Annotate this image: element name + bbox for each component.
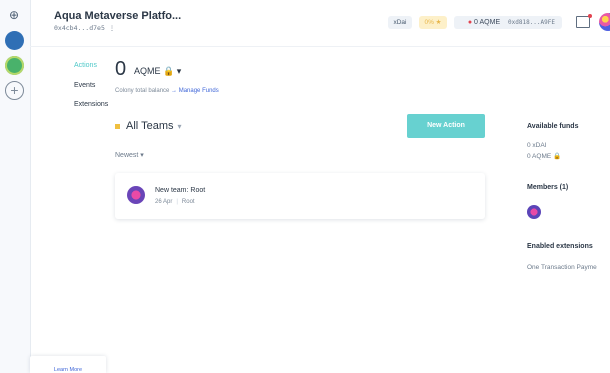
balance-amount: 0 (115, 58, 127, 80)
network-badge: xDai (388, 16, 412, 29)
team-color-icon (115, 123, 120, 129)
funds-xdai: 0 xDAI (527, 142, 547, 149)
extension-one-transaction-payment[interactable]: One Transaction Payme (527, 264, 597, 271)
team-selector-label: All Teams (126, 120, 174, 132)
globe-icon[interactable]: ⊕ (8, 9, 20, 21)
member-avatar[interactable] (527, 205, 541, 219)
action-team: Root (181, 199, 195, 205)
colony-address[interactable]: 0x4cb4...d7e5 ⋮ (54, 24, 115, 32)
action-title: New team: Root (155, 187, 206, 194)
chevron-down-icon: ▾ (177, 122, 182, 131)
wallet-address-badge[interactable]: 0xd818...A9FE (501, 16, 562, 29)
enabled-extensions-title: Enabled extensions (527, 243, 593, 250)
action-avatar (127, 186, 145, 204)
funds-aqme: 0 AQME 🔒 (527, 153, 562, 160)
user-avatar[interactable] (599, 13, 610, 31)
action-date: 26 Apr (155, 199, 173, 205)
add-colony-icon[interactable]: + (5, 81, 24, 100)
nav-item-extensions[interactable]: Extensions (74, 101, 108, 108)
members-title[interactable]: Members (1) (527, 184, 568, 191)
colony-avatar-1[interactable] (5, 31, 24, 50)
token-selector[interactable]: AQME 🔒 ▾ (134, 66, 181, 77)
team-selector[interactable]: All Teams ▾ (115, 120, 182, 132)
reputation-badge[interactable]: 0% ★ (419, 16, 447, 29)
action-list-item[interactable]: New team: Root 26 Apr | Root (115, 173, 485, 219)
notification-badge (588, 14, 592, 18)
new-action-button[interactable]: New Action (407, 114, 485, 138)
sort-dropdown[interactable]: Newest ▾ (115, 151, 144, 159)
learn-more-link[interactable]: Learn More (30, 356, 106, 373)
balance-subtitle: Colony total balance → Manage Funds (115, 88, 219, 94)
nav-item-actions[interactable]: Actions (74, 62, 97, 69)
inbox-icon[interactable] (576, 14, 592, 28)
nav-item-events[interactable]: Events (74, 82, 95, 89)
token-balance-text: 0 AQME (474, 19, 501, 26)
available-funds-title: Available funds (527, 123, 579, 130)
colony-name: Aqua Metaverse Platfo... (54, 10, 182, 22)
meta-separator: | (176, 199, 178, 205)
balance-subtitle-text: Colony total balance (115, 88, 170, 94)
header: Aqua Metaverse Platfo... 0x4cb4...d7e5 ⋮… (30, 0, 610, 47)
manage-funds-link[interactable]: → Manage Funds (171, 88, 219, 94)
left-rail: ⊕ + (0, 0, 31, 373)
colony-avatar-2[interactable] (5, 56, 24, 75)
action-meta: 26 Apr | Root (155, 199, 195, 205)
